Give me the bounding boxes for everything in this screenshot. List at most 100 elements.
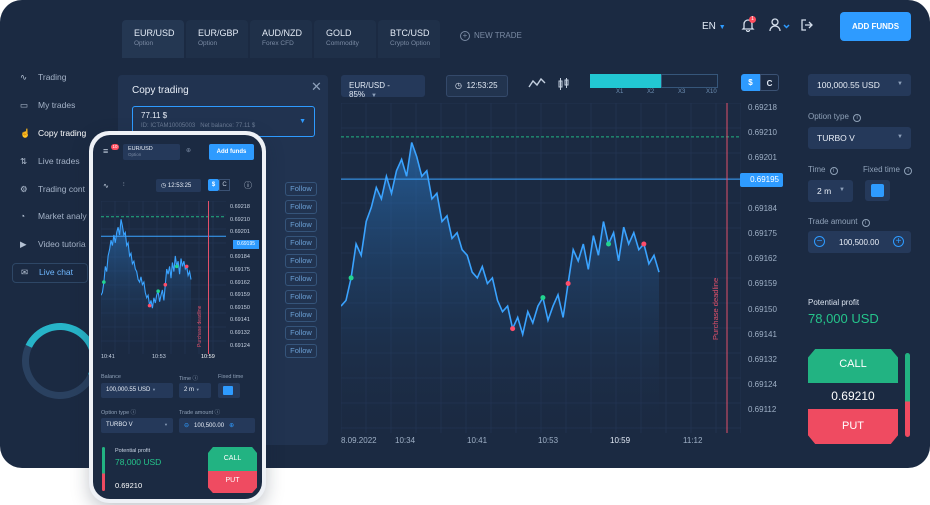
info-icon[interactable]: i [829, 167, 838, 175]
follow-button[interactable]: Follow [285, 308, 317, 322]
pulse-icon: ∿ [20, 72, 28, 82]
info-icon[interactable]: i [853, 114, 862, 122]
phone-add-funds-button[interactable]: Add funds [209, 144, 254, 160]
put-marker [510, 326, 516, 332]
phone-current-price: 0.69210 [115, 481, 143, 490]
phone-chart[interactable] [101, 201, 226, 354]
phone-currency-usd[interactable]: $ [208, 179, 219, 191]
phone-time-select-value: 2 m [184, 387, 195, 393]
call-marker [606, 241, 612, 247]
multiplier-x3[interactable]: X3 [678, 89, 685, 95]
tab-eur-usd[interactable]: EUR/USD Option [122, 20, 184, 58]
phone-y-tick-label: 0.69210 [230, 216, 250, 223]
minus-icon[interactable]: − [814, 236, 825, 247]
add-funds-button[interactable]: ADD FUNDS [840, 12, 911, 41]
call-button[interactable]: CALL [808, 349, 898, 383]
y-tick-label: 0.69175 [748, 229, 777, 238]
sidebar-item-my-trades[interactable]: ▭ My trades [20, 100, 110, 118]
plus-icon[interactable]: ⊕ [229, 423, 234, 429]
multiplier-x2[interactable]: X2 [647, 89, 654, 95]
time-value: 12:53:25 [466, 81, 498, 90]
currency-usd-button[interactable]: $ [741, 74, 760, 91]
follow-button[interactable]: Follow [285, 290, 317, 304]
candlestick-icon[interactable] [557, 77, 571, 94]
y-tick-label: 0.69162 [748, 254, 777, 264]
phone-y-tick-label: 0.69150 [230, 304, 250, 311]
tab-pair: BTC/USD [390, 28, 430, 38]
logout-icon [801, 19, 813, 31]
call-marker [102, 280, 106, 284]
tab-btc-usd[interactable]: BTC/USD Crypto Option [378, 20, 440, 58]
logout-button[interactable] [800, 18, 816, 34]
multiplier-x10[interactable]: X10 [706, 89, 717, 95]
phone-put-button[interactable]: PUT [208, 471, 257, 493]
phone-option-value: TURBO V [106, 422, 133, 428]
currency-coin-button[interactable]: C [760, 74, 779, 91]
phone-currency-coin[interactable]: C [219, 179, 230, 191]
y-tick-label: 0.69112 [748, 405, 777, 415]
tab-eur-gbp[interactable]: EUR/GBP Option [186, 20, 248, 58]
notifications-button[interactable]: 1 [741, 16, 757, 34]
info-icon[interactable]: ⓘ [244, 180, 252, 191]
plus-icon[interactable]: + [893, 236, 904, 247]
phone-option-select[interactable]: TURBO V ▼ [101, 418, 173, 433]
phone-y-tick-label: 0.69124 [230, 342, 250, 349]
phone-balance-select[interactable]: 100,000.55 USD ▼ [101, 383, 173, 398]
phone-y-tick-label: 0.69184 [230, 254, 250, 261]
follow-button[interactable]: Follow [285, 326, 317, 340]
asset-select[interactable]: EUR/USD - 85% ▼ [341, 75, 425, 99]
tab-pair: GOLD [326, 28, 352, 38]
candlestick-icon[interactable]: ⫶ [123, 182, 125, 189]
phone-fixed-time-toggle[interactable] [218, 383, 240, 398]
phone-asset-tab[interactable]: EUR/USD Option [123, 144, 180, 160]
multiplier-selector[interactable]: X1 X2 X3 X10 [590, 74, 720, 96]
phone-call-button[interactable]: CALL [208, 447, 257, 471]
follow-button[interactable]: Follow [285, 254, 317, 268]
follow-button[interactable]: Follow [285, 236, 317, 250]
new-trade-button[interactable]: + NEW TRADE [460, 31, 522, 41]
line-chart-icon[interactable] [528, 77, 546, 92]
close-icon[interactable]: ✕ [311, 79, 322, 95]
follow-button[interactable]: Follow [285, 272, 317, 286]
phone-price-tag: 0.69195 [233, 240, 259, 249]
phone-time-display: ◷ 12:53:25 [156, 179, 201, 192]
sidebar-item-live-chat[interactable]: ✉ Live chat [12, 263, 88, 283]
option-type-select[interactable]: TURBO V ▼ [808, 127, 911, 149]
phone-amount-input[interactable]: 100,500.00 [194, 423, 224, 429]
call-marker [156, 289, 160, 294]
put-button[interactable]: PUT [808, 409, 898, 444]
balance-select[interactable]: 100,000.55 USD ▼ [808, 74, 911, 96]
trade-amount-label: Trade amount i [808, 217, 870, 227]
sidebar-item-trading[interactable]: ∿ Trading [20, 72, 110, 90]
net-balance: Net balance: 77.11 $ [200, 123, 256, 129]
trade-amount-input[interactable]: 100,500.00 [839, 238, 879, 247]
plus-icon[interactable]: ⊕ [186, 147, 191, 154]
phone-menu-badge: 10 [111, 144, 119, 150]
profile-button[interactable] [769, 18, 790, 34]
language-label: EN [702, 21, 716, 32]
follow-button[interactable]: Follow [285, 344, 317, 358]
minus-icon[interactable]: ⊖ [184, 423, 189, 429]
chevron-down-icon: ▼ [164, 422, 168, 427]
multiplier-x1[interactable]: X1 [616, 89, 623, 95]
time-select[interactable]: 2 m ▼ [808, 180, 853, 202]
phone-x-tick: 10:41 [101, 354, 115, 360]
language-select[interactable]: EN ▼ [702, 21, 726, 32]
follow-button[interactable]: Follow [285, 182, 317, 196]
price-chart[interactable] [341, 103, 741, 433]
asset-label: EUR/USD - 85% [349, 81, 390, 99]
phone-mockup: ≡ 10 EUR/USD Option ⊕ Add funds ∿ ⫶ ◷ 12… [89, 131, 266, 503]
fixed-time-toggle[interactable] [865, 180, 890, 201]
follow-button[interactable]: Follow [285, 200, 317, 214]
tab-aud-nzd[interactable]: AUD/NZD Forex CFD [250, 20, 312, 58]
chevron-down-icon: ▼ [371, 93, 377, 99]
menu-icon[interactable]: ≡ [103, 146, 108, 156]
line-chart-icon[interactable]: ∿ [103, 182, 109, 190]
info-icon[interactable]: i [861, 219, 870, 227]
tab-gold[interactable]: GOLD Commodity [314, 20, 376, 58]
user-icon [769, 18, 790, 32]
info-icon[interactable]: i [904, 167, 913, 175]
phone-time-select[interactable]: 2 m ▼ [179, 383, 211, 398]
hand-icon: ☝ [20, 128, 31, 138]
follow-button[interactable]: Follow [285, 218, 317, 232]
